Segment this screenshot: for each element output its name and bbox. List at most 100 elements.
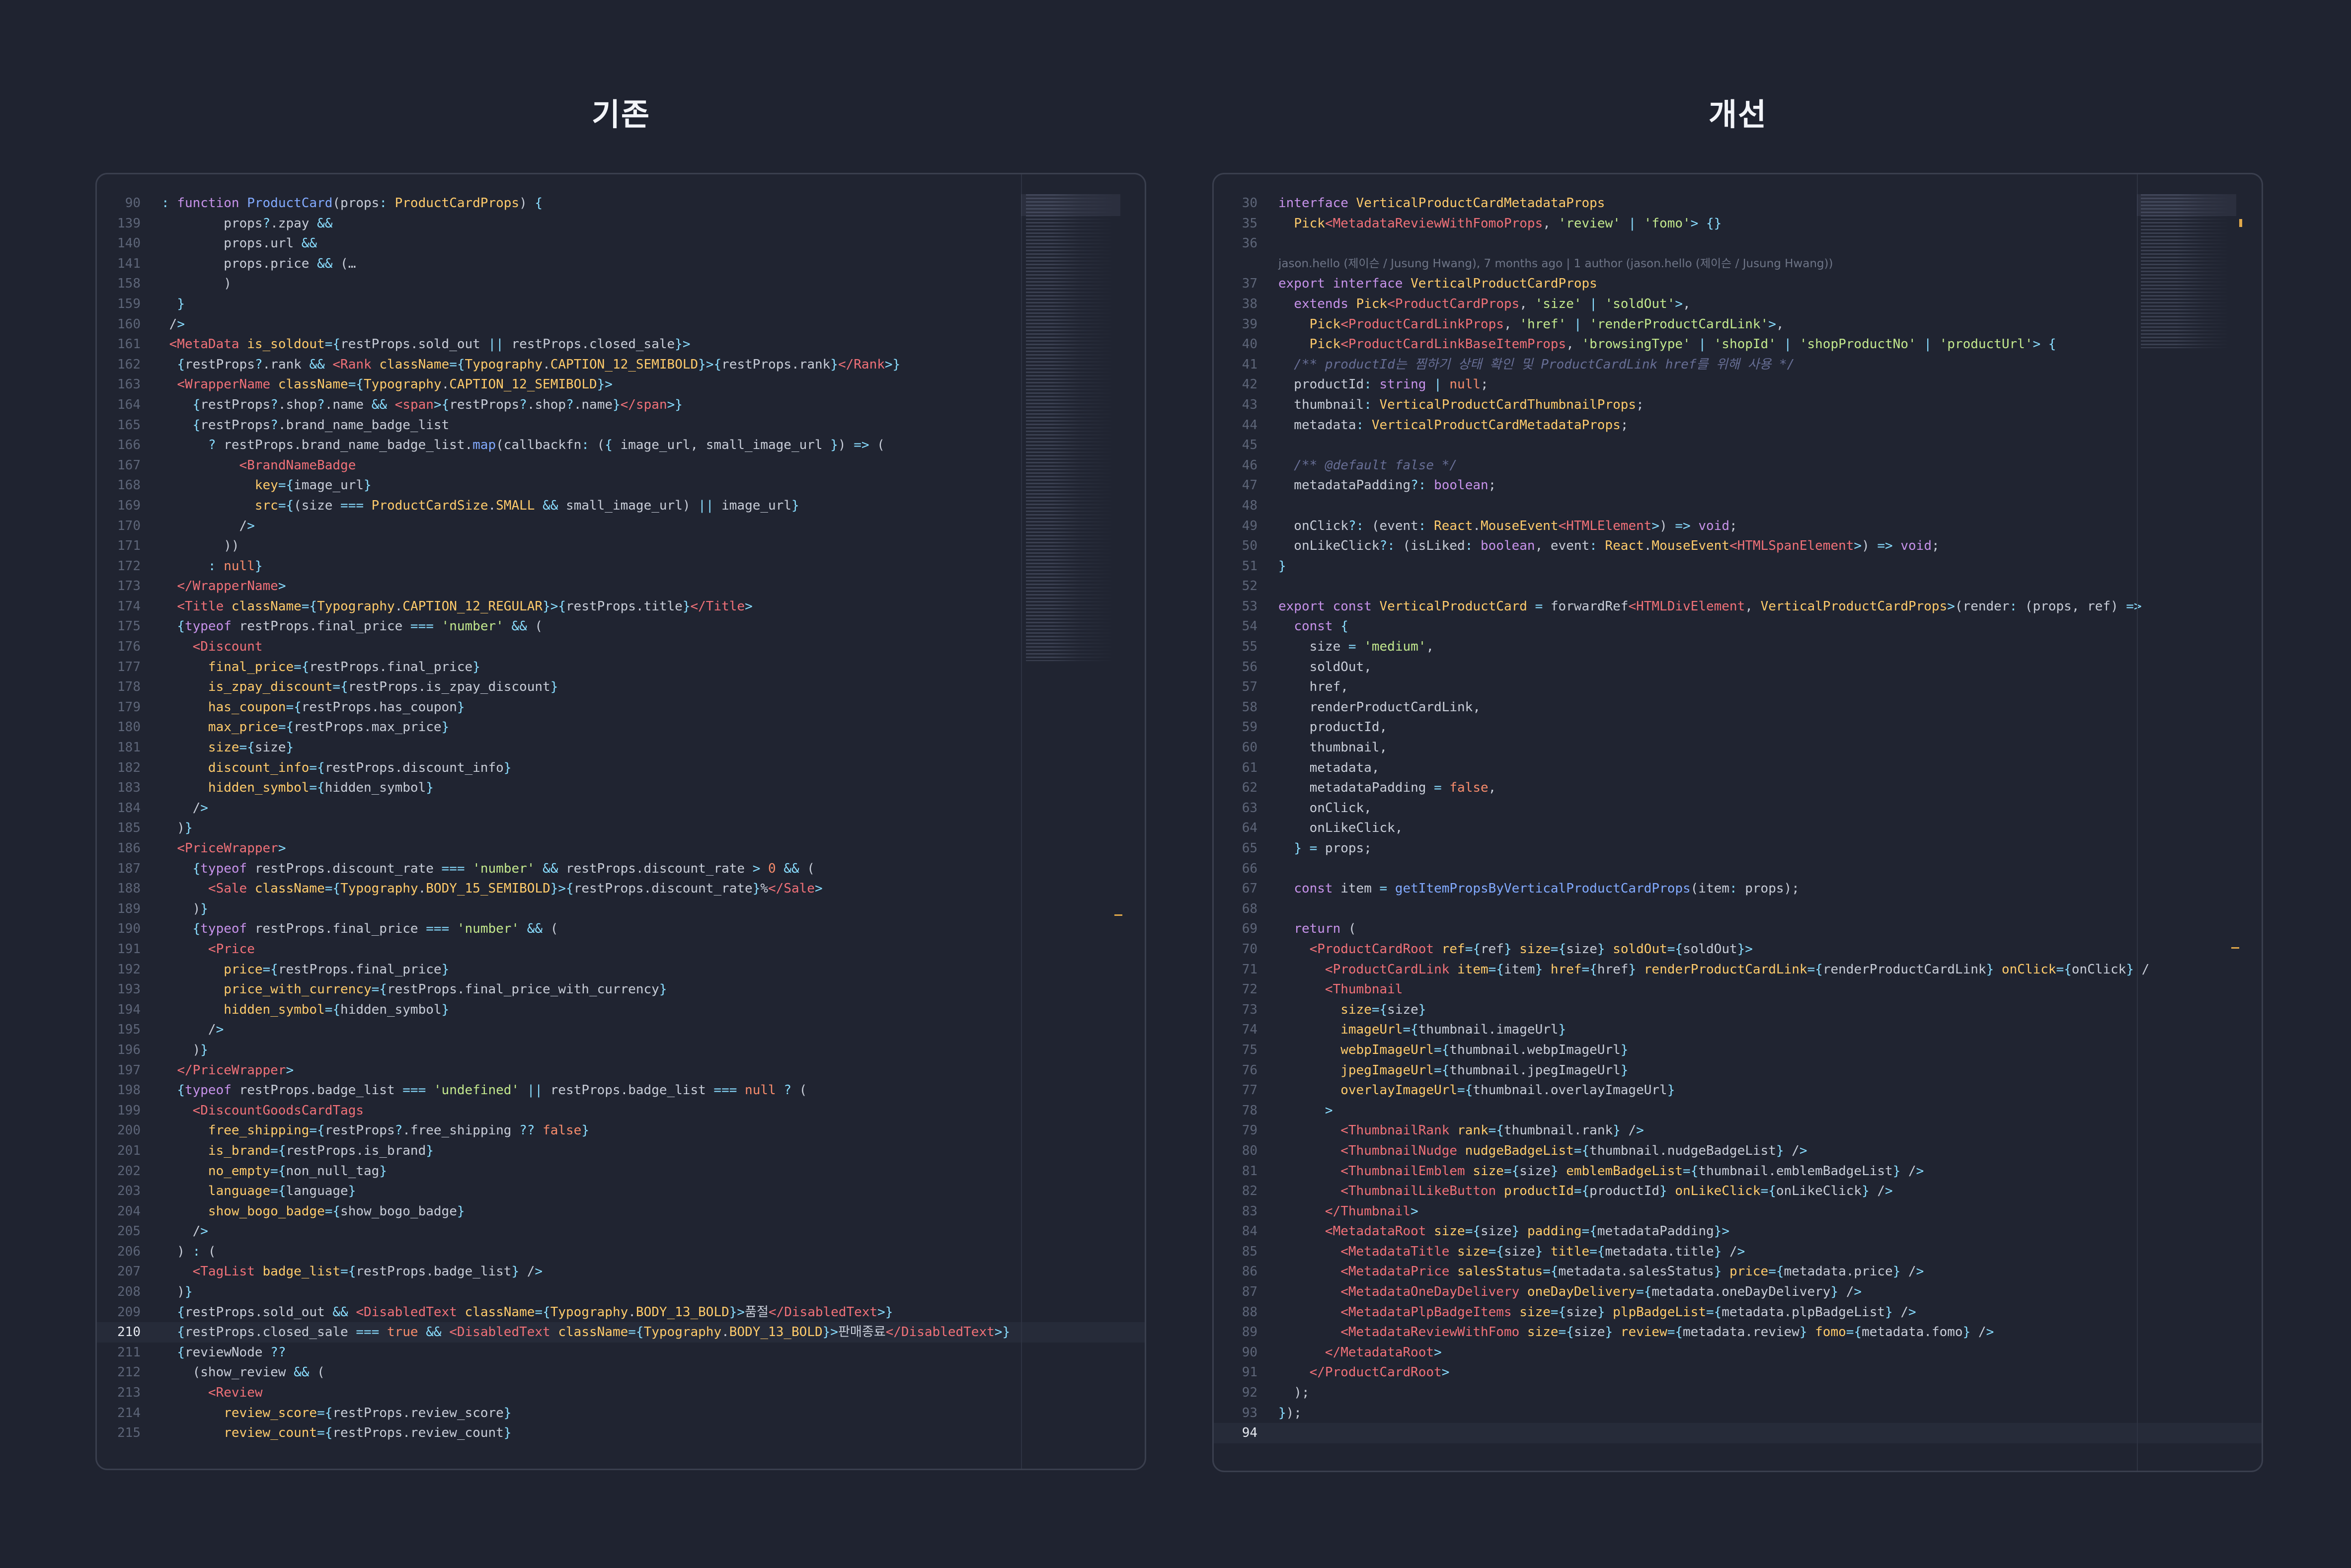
code-line[interactable]: 176 <Discount [97, 637, 1145, 657]
code-line[interactable]: 36 [1214, 233, 2262, 254]
code-line[interactable]: 173 </WrapperName> [97, 576, 1145, 597]
code-line[interactable]: 207 <TagList badge_list={restProps.badge… [97, 1262, 1145, 1282]
code-line[interactable]: 87 <MetadataOneDayDelivery oneDayDeliver… [1214, 1282, 2262, 1302]
code-line[interactable]: 212 (show_review && ( [97, 1362, 1145, 1383]
code-line[interactable]: 68 [1214, 899, 2262, 919]
code-line[interactable]: 84 <MetadataRoot size={size} padding={me… [1214, 1221, 2262, 1242]
code-line[interactable]: 69 return ( [1214, 919, 2262, 939]
code-line[interactable]: 65 } = props; [1214, 838, 2262, 859]
code-line[interactable]: 183 hidden_symbol={hidden_symbol} [97, 778, 1145, 798]
code-line[interactable]: jason.hello (제이슨 / Jusung Hwang), 7 mont… [1214, 254, 2262, 274]
code-line[interactable]: 90: function ProductCard(props: ProductC… [97, 193, 1145, 214]
code-line[interactable]: 53 export const VerticalProductCard = for… [1214, 597, 2262, 617]
code-editor-after[interactable]: 30 interface VerticalProductCardMetadataP… [1212, 173, 2263, 1472]
code-line[interactable]: 166 ? restProps.brand_name_badge_list.ma… [97, 435, 1145, 455]
code-line[interactable]: 181 size={size} [97, 738, 1145, 758]
code-line[interactable]: 71 <ProductCardLink item={item} href={hr… [1214, 960, 2262, 980]
code-line[interactable]: 48 [1214, 496, 2262, 516]
code-line[interactable]: 175 {typeof restProps.final_price === 'n… [97, 616, 1145, 637]
code-line[interactable]: 141 props.price && (… [97, 254, 1145, 274]
minimap[interactable] [2141, 194, 2230, 348]
code-line[interactable]: 203 language={language} [97, 1181, 1145, 1201]
code-line[interactable]: 62 metadataPadding = false, [1214, 778, 2262, 798]
code-line[interactable]: 40 Pick<ProductCardLinkBaseItemProps, 'b… [1214, 334, 2262, 355]
code-line[interactable]: 140 props.url && [97, 233, 1145, 254]
code-line[interactable]: 66 [1214, 859, 2262, 879]
code-line[interactable]: 80 <ThumbnailNudge nudgeBadgeList={thumb… [1214, 1141, 2262, 1161]
code-line[interactable]: 167 <BrandNameBadge [97, 455, 1145, 476]
code-line[interactable]: 70 <ProductCardRoot ref={ref} size={size… [1214, 939, 2262, 960]
code-line[interactable]: 198 {typeof restProps.badge_list === 'un… [97, 1080, 1145, 1101]
code-line[interactable]: 90 </MetadataRoot> [1214, 1343, 2262, 1363]
code-line[interactable]: 188 <Sale className={Typography.BODY_15_… [97, 879, 1145, 899]
code-line[interactable]: 67 const item = getItemPropsByVerticalPr… [1214, 879, 2262, 899]
code-line[interactable]: 182 discount_info={restProps.discount_in… [97, 758, 1145, 778]
code-line[interactable]: 191 <Price [97, 939, 1145, 960]
code-line[interactable]: 199 <DiscountGoodsCardTags [97, 1101, 1145, 1121]
code-line[interactable]: 201 is_brand={restProps.is_brand} [97, 1141, 1145, 1161]
code-line[interactable]: 91 </ProductCardRoot> [1214, 1362, 2262, 1383]
code-line[interactable]: 192 price={restProps.final_price} [97, 960, 1145, 980]
code-line[interactable]: 37 export interface VerticalProductCardPr… [1214, 274, 2262, 294]
code-line[interactable]: 172 : null} [97, 556, 1145, 577]
minimap[interactable] [1026, 194, 1115, 661]
code-line[interactable]: 86 <MetadataPrice salesStatus={metadata.… [1214, 1262, 2262, 1282]
code-line[interactable]: 61 metadata, [1214, 758, 2262, 778]
code-line[interactable]: 178 is_zpay_discount={restProps.is_zpay_… [97, 677, 1145, 697]
code-line[interactable]: 185 )} [97, 818, 1145, 838]
code-line[interactable]: 82 <ThumbnailLikeButton productId={produ… [1214, 1181, 2262, 1201]
code-line[interactable]: 190 {typeof restProps.final_price === 'n… [97, 919, 1145, 939]
code-line[interactable]: 210 {restProps.closed_sale === true && <… [97, 1322, 1145, 1343]
code-line[interactable]: 214 review_score={restProps.review_score… [97, 1403, 1145, 1423]
code-line[interactable]: 93}); [1214, 1403, 2262, 1423]
code-line[interactable]: 160 /> [97, 314, 1145, 335]
code-line[interactable]: 174 <Title className={Typography.CAPTION… [97, 597, 1145, 617]
code-line[interactable]: 83 </Thumbnail> [1214, 1201, 2262, 1222]
code-line[interactable]: 77 overlayImageUrl={thumbnail.overlayIma… [1214, 1080, 2262, 1101]
code-line[interactable]: 168 key={image_url} [97, 475, 1145, 496]
code-line[interactable]: 44 metadata: VerticalProductCardMetadata… [1214, 415, 2262, 436]
code-line[interactable]: 215 review_count={restProps.review_count… [97, 1423, 1145, 1443]
code-line[interactable]: 159 } [97, 294, 1145, 314]
code-line[interactable]: 46 /** @default false */ [1214, 455, 2262, 476]
code-line[interactable]: 171 )) [97, 536, 1145, 556]
code-line[interactable]: 76 jpegImageUrl={thumbnail.jpegImageUrl} [1214, 1060, 2262, 1081]
code-line[interactable]: 209 {restProps.sold_out && <DisabledText… [97, 1302, 1145, 1323]
code-line[interactable]: 35 Pick<MetadataReviewWithFomoProps, 're… [1214, 214, 2262, 234]
code-line[interactable]: 194 hidden_symbol={hidden_symbol} [97, 1000, 1145, 1020]
code-line[interactable]: 64 onLikeClick, [1214, 818, 2262, 838]
code-line[interactable]: 89 <MetadataReviewWithFomo size={size} r… [1214, 1322, 2262, 1343]
code-line[interactable]: 94 [1214, 1423, 2262, 1443]
code-line[interactable]: 52 [1214, 576, 2262, 597]
code-line[interactable]: 47 metadataPadding?: boolean; [1214, 475, 2262, 496]
code-line[interactable]: 163 <WrapperName className={Typography.C… [97, 374, 1145, 395]
code-line[interactable]: 51} [1214, 556, 2262, 577]
code-line[interactable]: 189 )} [97, 899, 1145, 919]
code-line[interactable]: 177 final_price={restProps.final_price} [97, 657, 1145, 677]
code-line[interactable]: 50 onLikeClick?: (isLiked: boolean, even… [1214, 536, 2262, 556]
code-line[interactable]: 43 thumbnail: VerticalProductCardThumbna… [1214, 395, 2262, 415]
code-line[interactable]: 184 /> [97, 798, 1145, 819]
code-line[interactable]: 187 {typeof restProps.discount_rate === … [97, 859, 1145, 879]
code-line[interactable]: 139 props?.zpay && [97, 214, 1145, 234]
code-editor-before[interactable]: 90: function ProductCard(props: ProductC… [95, 173, 1146, 1470]
code-line[interactable]: 205 /> [97, 1221, 1145, 1242]
code-line[interactable]: 75 webpImageUrl={thumbnail.webpImageUrl} [1214, 1040, 2262, 1060]
code-line[interactable]: 38 extends Pick<ProductCardProps, 'size'… [1214, 294, 2262, 314]
code-line[interactable]: 208 )} [97, 1282, 1145, 1302]
code-line[interactable]: 74 imageUrl={thumbnail.imageUrl} [1214, 1020, 2262, 1040]
git-blame-annotation[interactable]: jason.hello (제이슨 / Jusung Hwang), 7 mont… [1278, 254, 1833, 274]
code-line[interactable]: 56 soldOut, [1214, 657, 2262, 677]
code-line[interactable]: 42 productId: string | null; [1214, 374, 2262, 395]
code-line[interactable]: 211 {reviewNode ?? [97, 1343, 1145, 1363]
code-line[interactable]: 85 <MetadataTitle size={size} title={met… [1214, 1242, 2262, 1262]
code-line[interactable]: 169 src={(size === ProductCardSize.SMALL… [97, 496, 1145, 516]
code-area[interactable]: 90: function ProductCard(props: ProductC… [97, 193, 1145, 1443]
code-line[interactable]: 186 <PriceWrapper> [97, 838, 1145, 859]
code-line[interactable]: 45 [1214, 435, 2262, 455]
code-line[interactable]: 41 /** productId는 찜하기 상태 확인 및 ProductCar… [1214, 355, 2262, 375]
code-area[interactable]: 30 interface VerticalProductCardMetadataP… [1214, 193, 2262, 1443]
code-line[interactable]: 92 ); [1214, 1383, 2262, 1403]
code-line[interactable]: 179 has_coupon={restProps.has_coupon} [97, 697, 1145, 718]
code-line[interactable]: 195 /> [97, 1020, 1145, 1040]
